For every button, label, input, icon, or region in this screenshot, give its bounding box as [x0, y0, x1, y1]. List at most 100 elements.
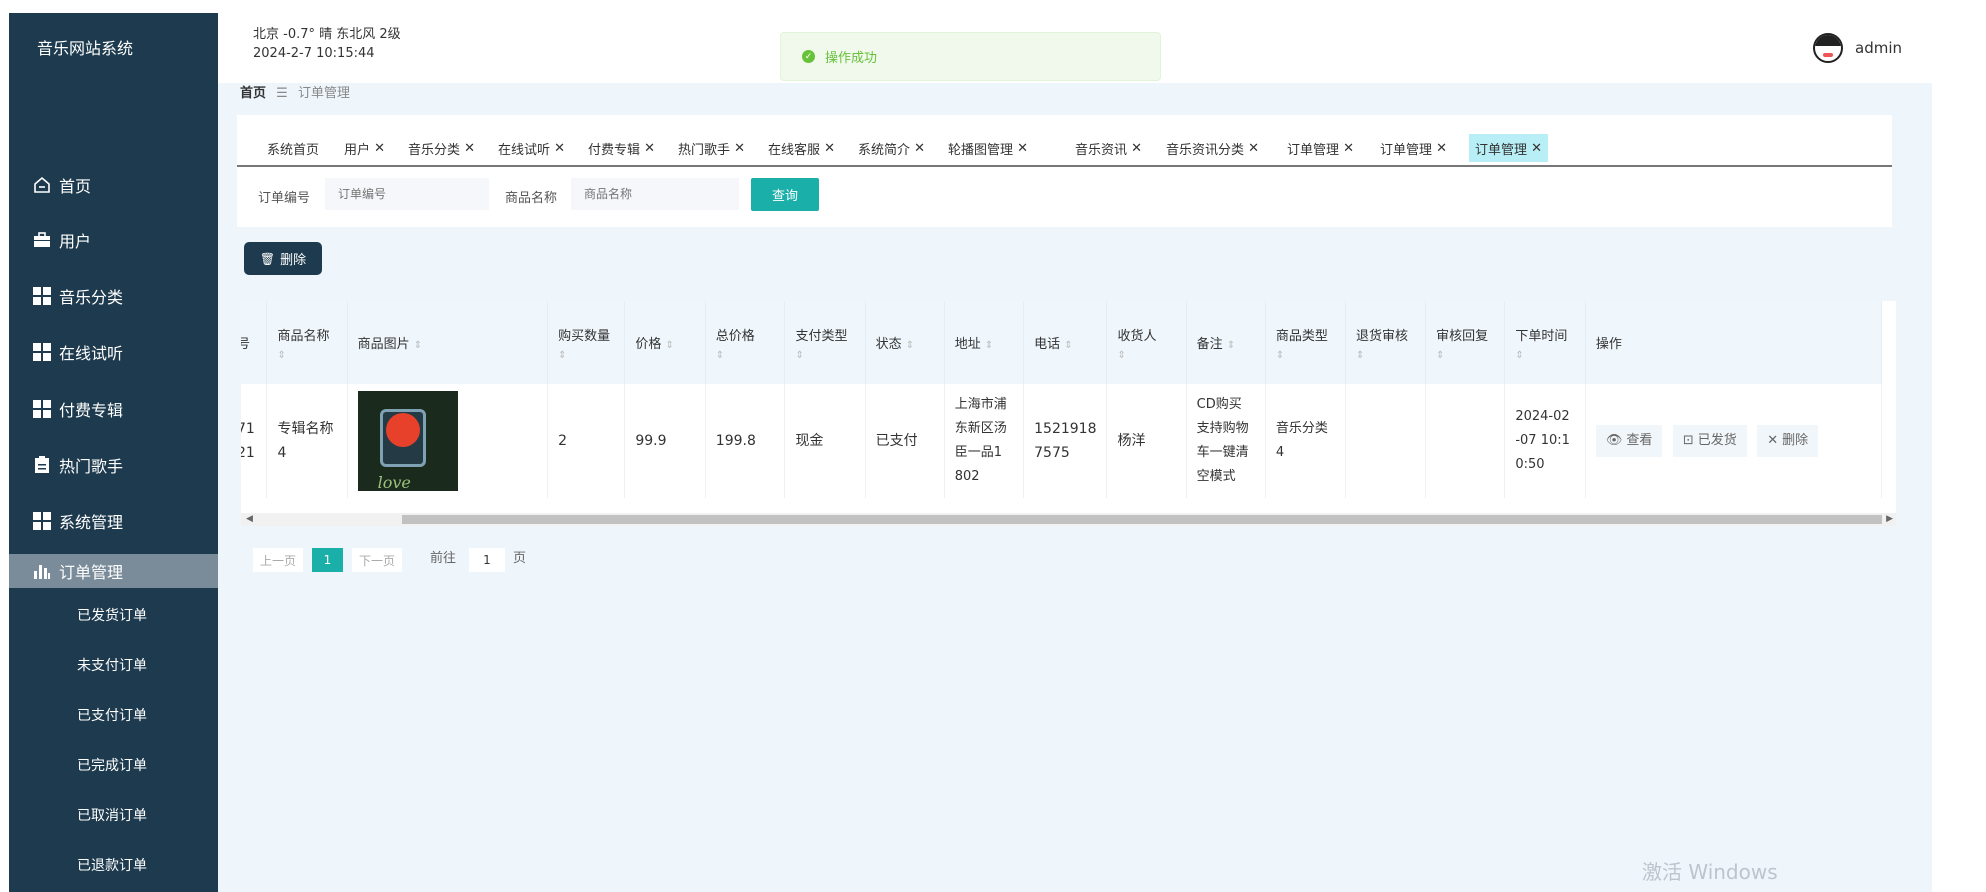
col-order-time[interactable]: 下单时间 ⇕: [1504, 301, 1586, 384]
tab-online-service[interactable]: 在线客服 ✕: [762, 134, 841, 162]
scroll-right-icon[interactable]: ▶: [1886, 513, 1893, 526]
page-number-1[interactable]: 1: [312, 548, 343, 572]
row-delete-button[interactable]: ✕ 删除: [1757, 425, 1819, 457]
col-quantity[interactable]: 购买数量 ⇕: [547, 301, 626, 384]
sidebar-item-hot-singers[interactable]: 热门歌手: [9, 443, 218, 487]
prev-page-button[interactable]: 上一页: [253, 548, 303, 572]
tab-hot-singers[interactable]: 热门歌手 ✕: [672, 134, 751, 162]
tab-paid-album[interactable]: 付费专辑 ✕: [582, 134, 661, 162]
col-product-type[interactable]: 商品类型 ⇕: [1265, 301, 1347, 384]
scroll-left-icon[interactable]: ◀: [246, 513, 253, 526]
close-icon[interactable]: ✕: [1131, 141, 1142, 156]
goto-page-input[interactable]: 1: [469, 548, 505, 572]
close-icon[interactable]: ✕: [734, 141, 745, 156]
sidebar-subitem-shipped[interactable]: 已发货订单: [9, 595, 218, 635]
sort-icon[interactable]: ⇕: [906, 340, 914, 351]
close-icon[interactable]: ✕: [1248, 141, 1259, 156]
view-button[interactable]: 👁 查看: [1595, 425, 1663, 457]
orders-table: 号 商品名称 ⇕ 商品图片 ⇕ 购买数量 ⇕ 价格 ⇕ 总价格 ⇕ 支付类型 ⇕ 状态 …: [241, 301, 1896, 515]
scrollbar-thumb[interactable]: [402, 515, 1882, 524]
sort-icon[interactable]: ⇕: [1276, 350, 1335, 361]
sidebar-item-home[interactable]: 首页: [9, 163, 218, 207]
order-no-input[interactable]: [325, 178, 489, 210]
header-label: 价格: [635, 337, 662, 352]
sort-icon[interactable]: ⇕: [1436, 350, 1494, 361]
sort-icon[interactable]: ⇕: [277, 350, 336, 361]
sort-icon[interactable]: ⇕: [1227, 340, 1235, 351]
clipboard-icon: [31, 454, 53, 476]
sort-icon[interactable]: ⇕: [716, 350, 775, 361]
sidebar-subitem-paid[interactable]: 已支付订单: [9, 695, 218, 735]
view-label: 查看: [1626, 433, 1653, 448]
close-icon[interactable]: ✕: [554, 141, 565, 156]
product-name-input[interactable]: [571, 178, 739, 210]
col-address[interactable]: 地址 ⇕: [944, 301, 1025, 384]
sidebar-item-orders[interactable]: 订单管理: [9, 554, 218, 588]
tab-music-news[interactable]: 音乐资讯 ✕: [1069, 134, 1148, 162]
close-icon[interactable]: ✕: [374, 141, 385, 156]
sort-icon[interactable]: ⇕: [414, 340, 422, 351]
col-product-image[interactable]: 商品图片 ⇕: [347, 301, 549, 384]
ship-label: 已发货: [1697, 433, 1737, 448]
sort-icon[interactable]: ⇕: [558, 350, 614, 361]
sort-icon[interactable]: ⇕: [1064, 340, 1072, 351]
cell-order-no: 71 21: [241, 384, 268, 498]
horizontal-scrollbar[interactable]: ◀ ▶: [241, 513, 1896, 526]
sidebar-subitem-refunded[interactable]: 已退款订单: [9, 845, 218, 885]
close-icon[interactable]: ✕: [824, 141, 835, 156]
sidebar-item-users[interactable]: 用户: [9, 218, 218, 262]
col-total[interactable]: 总价格 ⇕: [705, 301, 786, 384]
close-icon[interactable]: ✕: [1343, 141, 1354, 156]
sort-icon[interactable]: ⇕: [665, 340, 673, 351]
col-pay-type[interactable]: 支付类型 ⇕: [784, 301, 866, 384]
col-receiver[interactable]: 收货人 ⇕: [1106, 301, 1187, 384]
breadcrumb-home[interactable]: 首页: [240, 86, 266, 101]
user-menu[interactable]: admin: [1813, 33, 1902, 63]
product-image[interactable]: love: [357, 391, 458, 492]
col-return-review[interactable]: 退货审核 ⇕: [1345, 301, 1427, 384]
product-image-text: love: [377, 473, 411, 492]
sort-icon[interactable]: ⇕: [1515, 350, 1575, 361]
col-phone[interactable]: 电话 ⇕: [1023, 301, 1108, 384]
sidebar-item-system[interactable]: 系统管理: [9, 499, 218, 543]
sort-icon[interactable]: ⇕: [1356, 350, 1415, 361]
col-review-reply[interactable]: 审核回复 ⇕: [1425, 301, 1506, 384]
col-remark[interactable]: 备注 ⇕: [1186, 301, 1266, 384]
next-page-button[interactable]: 下一页: [352, 548, 402, 572]
ship-button[interactable]: ⊡ 已发货: [1672, 425, 1747, 457]
tab-orders-2[interactable]: 订单管理 ✕: [1374, 134, 1453, 162]
col-status[interactable]: 状态 ⇕: [865, 301, 945, 384]
close-icon[interactable]: ✕: [1531, 141, 1542, 156]
close-icon[interactable]: ✕: [914, 141, 925, 156]
tab-carousel[interactable]: 轮播图管理 ✕: [942, 134, 1034, 162]
sidebar-subitem-unpaid[interactable]: 未支付订单: [9, 645, 218, 685]
tab-system-home[interactable]: 系统首页: [261, 134, 325, 162]
col-product-name[interactable]: 商品名称 ⇕: [266, 301, 348, 384]
datetime-text: 2024-2-7 10:15:44: [253, 46, 375, 61]
sidebar-item-music-category[interactable]: 音乐分类: [9, 274, 218, 318]
close-icon[interactable]: ✕: [644, 141, 655, 156]
query-button[interactable]: 查询: [751, 178, 819, 211]
close-icon[interactable]: ✕: [1436, 141, 1447, 156]
sidebar-subitem-completed[interactable]: 已完成订单: [9, 745, 218, 785]
col-price[interactable]: 价格 ⇕: [624, 301, 706, 384]
tab-online-listen[interactable]: 在线试听 ✕: [492, 134, 571, 162]
sort-icon[interactable]: ⇕: [795, 350, 854, 361]
batch-delete-button[interactable]: 🗑 删除: [244, 242, 322, 275]
tab-users[interactable]: 用户 ✕: [338, 134, 391, 162]
tab-music-news-category[interactable]: 音乐资讯分类 ✕: [1160, 134, 1265, 162]
col-order-no[interactable]: 号: [241, 301, 268, 384]
brand-title: 音乐网站系统: [37, 39, 134, 58]
sidebar-item-paid-album[interactable]: 付费专辑: [9, 387, 218, 431]
tab-music-category[interactable]: 音乐分类 ✕: [402, 134, 481, 162]
sidebar-subitem-cancelled[interactable]: 已取消订单: [9, 795, 218, 835]
close-icon[interactable]: ✕: [464, 141, 475, 156]
sort-icon[interactable]: ⇕: [985, 340, 993, 351]
tab-orders-active[interactable]: 订单管理 ✕: [1469, 134, 1549, 162]
close-icon[interactable]: ✕: [1017, 141, 1028, 156]
sort-icon[interactable]: ⇕: [1117, 350, 1175, 361]
box-icon: ⊡: [1682, 433, 1694, 448]
tab-system-intro[interactable]: 系统简介 ✕: [852, 134, 931, 162]
sidebar-item-online-listen[interactable]: 在线试听: [9, 330, 218, 374]
tab-orders-1[interactable]: 订单管理 ✕: [1281, 134, 1360, 162]
